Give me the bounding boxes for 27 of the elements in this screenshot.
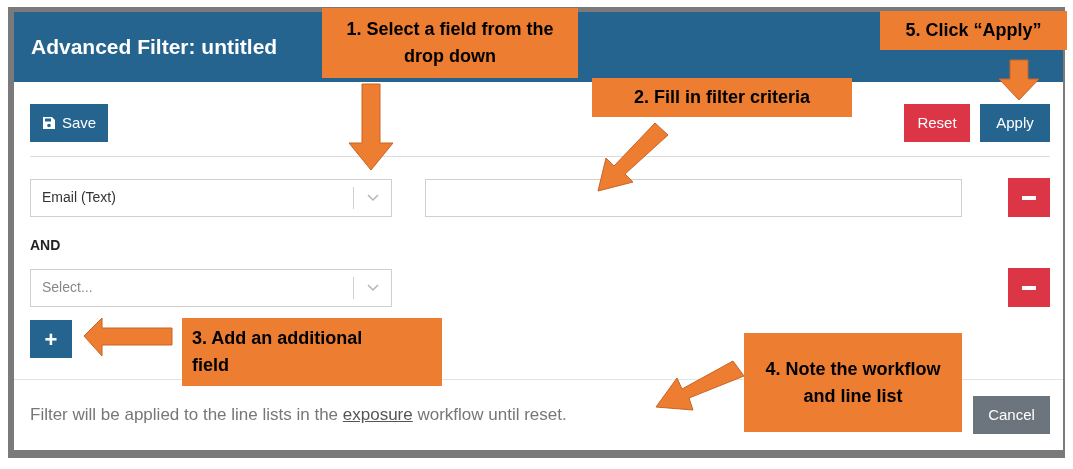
remove-button[interactable] (1008, 178, 1050, 217)
chevron-down-icon (366, 283, 379, 292)
reset-button[interactable]: Reset (904, 104, 970, 142)
field-select[interactable]: Select... (30, 268, 392, 307)
callout-text: 5. Click “Apply” (905, 19, 1042, 42)
apply-button[interactable]: Apply (980, 104, 1050, 142)
dialog-title: Advanced Filter: untitled (31, 34, 278, 61)
add-button[interactable]: + (30, 320, 72, 358)
select-value: Email (Text) (42, 188, 116, 207)
chevron-down-icon (366, 193, 379, 202)
diagonal-arrow (597, 122, 669, 192)
footer-note: Filter will be applied to the line lists in the exposure workflow until reset. (30, 404, 567, 427)
minus-icon (1022, 285, 1036, 290)
connector-label: AND (30, 236, 62, 255)
callout-text: 2. Fill in filter criteria (633, 86, 811, 109)
field-select[interactable]: Email (Text) (30, 178, 392, 217)
callout-text: 3. Add an additional field (192, 327, 364, 377)
criteria-input[interactable] (425, 178, 962, 217)
workflow-link[interactable]: exposure (342, 405, 413, 425)
save-button[interactable]: Save (30, 104, 109, 142)
callout-text: 4. Note the workflow and line list (764, 357, 942, 408)
remove-button[interactable] (1008, 268, 1050, 307)
cancel-button[interactable]: Cancel (973, 396, 1050, 434)
select-placeholder: Select... (42, 278, 93, 297)
down-arrow (998, 59, 1040, 101)
minus-icon (1022, 195, 1036, 200)
callout-text: 1. Select a field from the drop down (345, 18, 555, 68)
